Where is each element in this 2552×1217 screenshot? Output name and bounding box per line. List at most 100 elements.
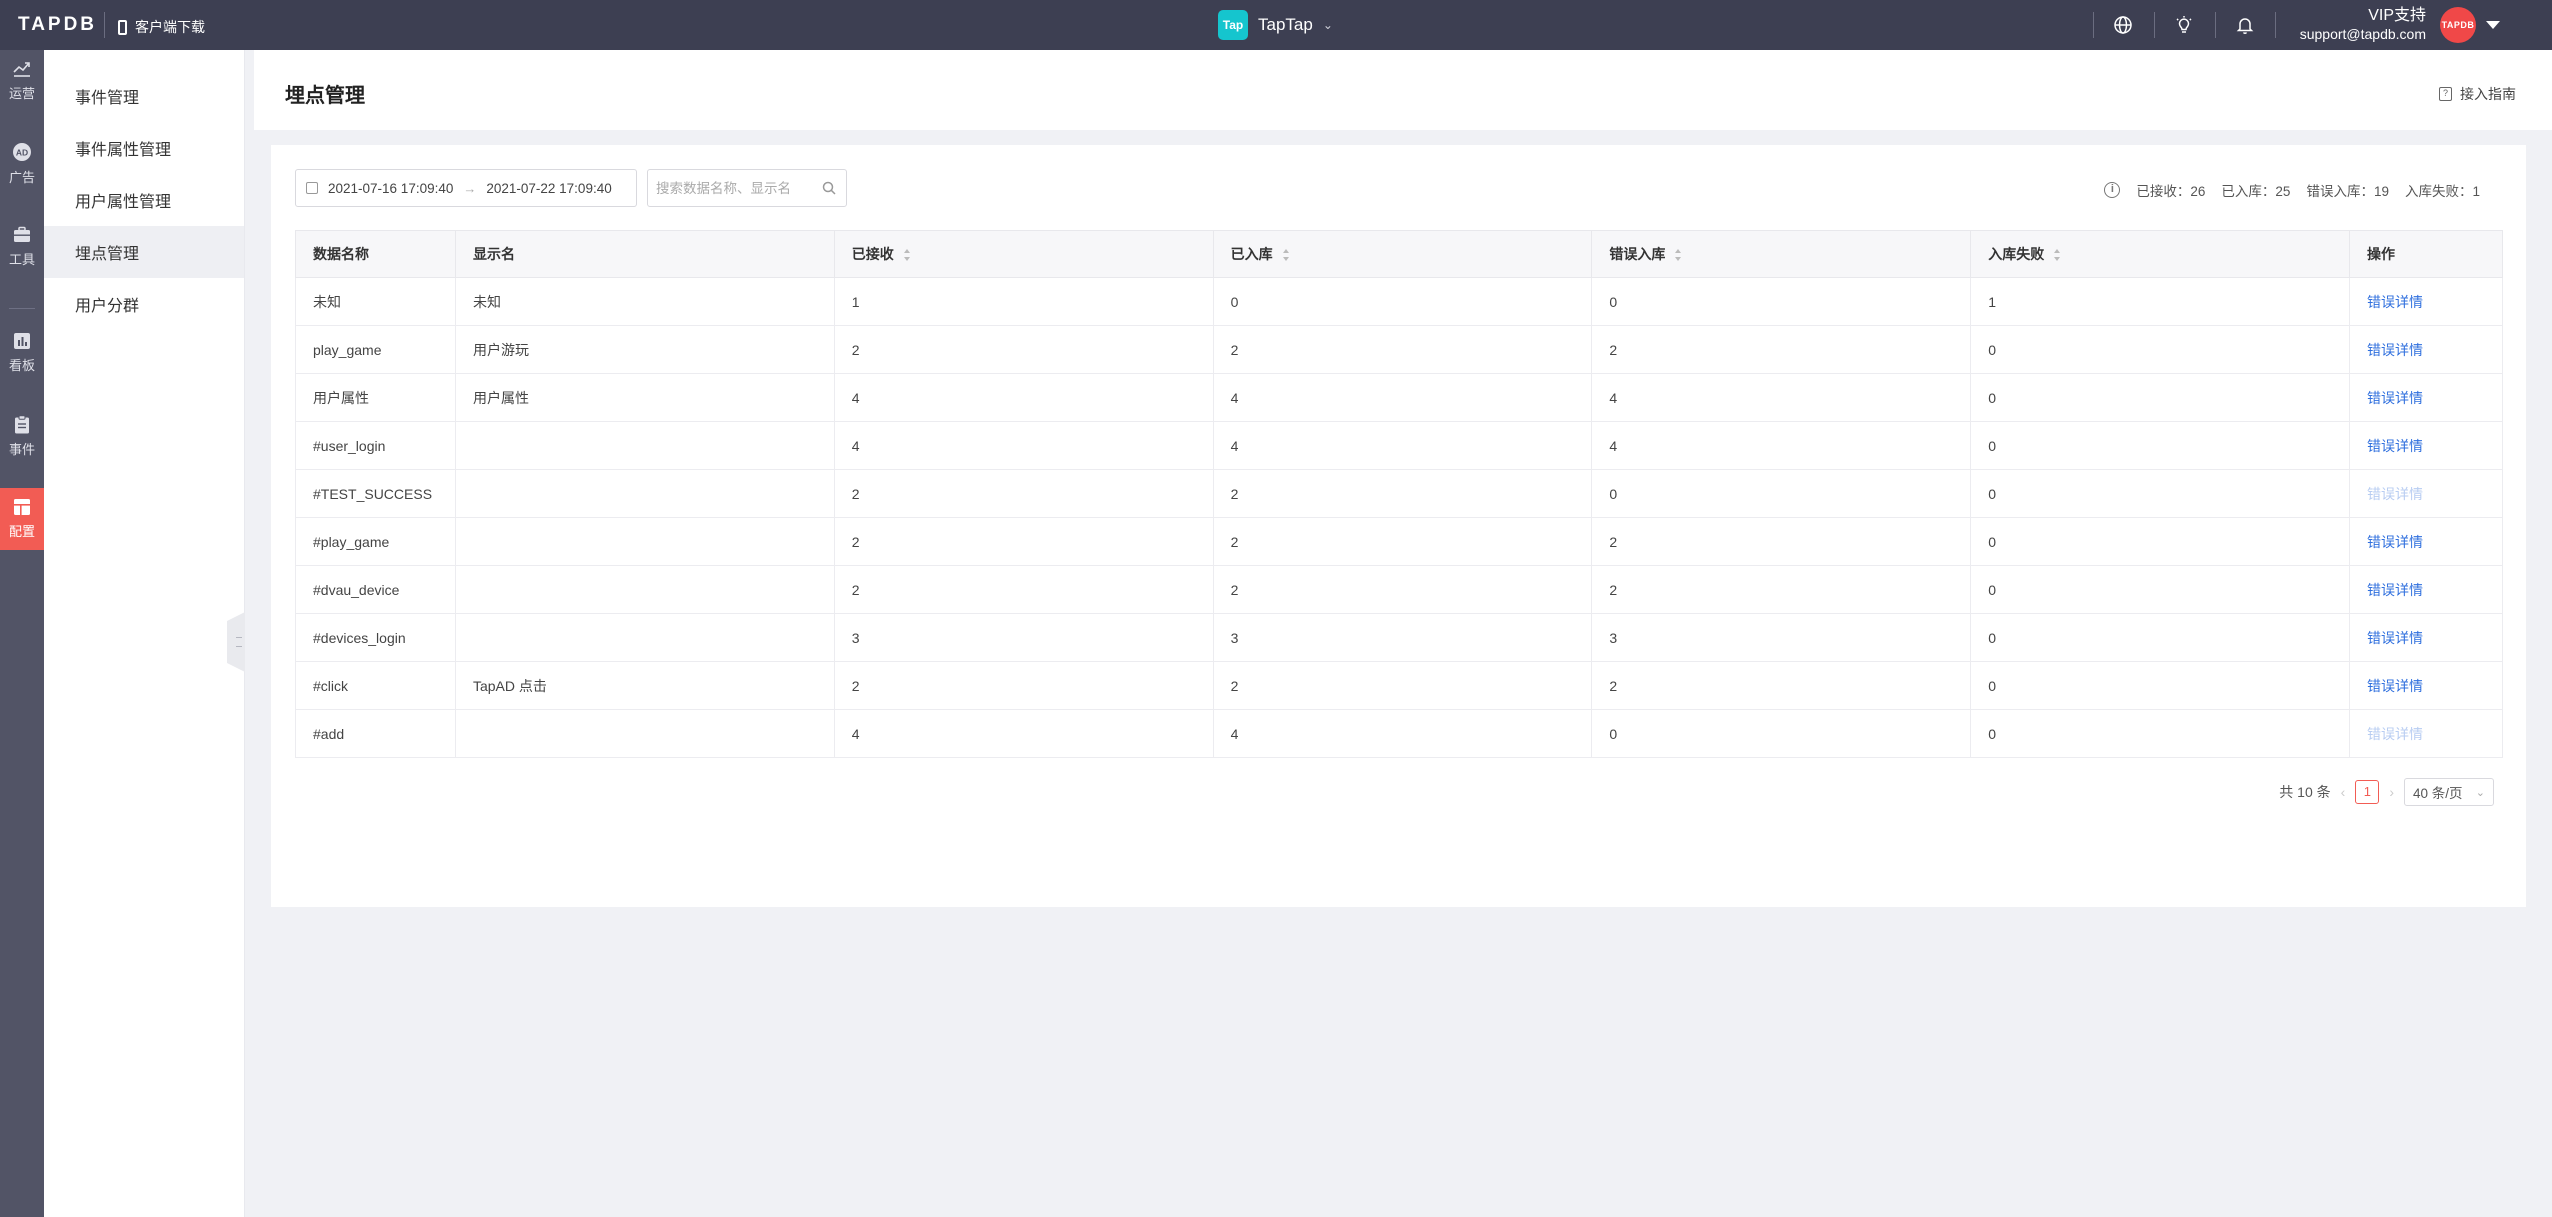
tracking-table: 数据名称 显示名 已接收 已入库 错误入库 入库失败 操作 未知 未知 1 0 0 1 错误… (295, 230, 2503, 758)
sort-icon[interactable] (2054, 249, 2061, 262)
col-header-received[interactable]: 已接收 (833, 230, 1214, 278)
error-detail-link[interactable]: 错误详情 (2367, 438, 2423, 454)
rail-item-tools[interactable]: 工具 (0, 216, 44, 278)
cell-stored: 2 (1212, 469, 1593, 518)
table-header-row: 数据名称 显示名 已接收 已入库 错误入库 入库失败 操作 (295, 230, 2503, 278)
bell-icon[interactable] (2233, 13, 2257, 37)
table-row: #click TapAD 点击 2 2 2 0 错误详情 (295, 661, 2503, 710)
integration-guide-link[interactable]: ? 接入指南 (2439, 84, 2516, 104)
cell-data-name: #TEST_SUCCESS (295, 469, 456, 518)
cell-action: 错误详情 (2349, 277, 2503, 326)
error-detail-link[interactable]: 错误详情 (2367, 294, 2423, 310)
error-detail-link: 错误详情 (2367, 485, 2424, 502)
pagination: 共 10 条 ‹ 1 › 40 条/页 ⌄ (2279, 778, 2494, 806)
arrow-right-icon: → (463, 180, 477, 196)
col-header-failed[interactable]: 入库失败 (1970, 230, 2351, 278)
subnav-item-event-management[interactable]: 事件管理 (44, 70, 244, 122)
error-detail-link[interactable]: 错误详情 (2367, 582, 2423, 598)
lightbulb-icon[interactable] (2172, 13, 2196, 37)
vip-support[interactable]: VIP支持 support@tapdb.com (2300, 7, 2426, 43)
rail-label: 广告 (8, 170, 35, 185)
prev-page-icon[interactable]: ‹ (2341, 784, 2346, 800)
cell-display-name: TapAD 点击 (454, 661, 835, 710)
sort-icon[interactable] (1282, 249, 1290, 262)
toolbox-icon (14, 226, 30, 242)
rail-item-operations[interactable]: 运营 (0, 50, 44, 112)
error-detail-link[interactable]: 错误详情 (2367, 678, 2423, 694)
chevron-down-icon: ⌄ (1322, 18, 1333, 32)
cell-stored: 4 (1212, 373, 1593, 422)
cell-failed: 1 (1970, 277, 2351, 326)
error-detail-link[interactable]: 错误详情 (2367, 390, 2423, 406)
cell-received: 4 (833, 709, 1214, 758)
ad-icon: AD (13, 143, 31, 161)
col-header-error-stored[interactable]: 错误入库 (1591, 230, 1972, 278)
cell-error-stored: 3 (1591, 613, 1972, 662)
rail-item-ads[interactable]: AD 广告 (0, 133, 44, 195)
client-download-link[interactable]: 客户端下载 (118, 17, 205, 37)
dashboard-icon (14, 333, 30, 349)
cell-action: 错误详情 (2349, 421, 2503, 470)
subnav-item-tracking-management[interactable]: 埋点管理 (44, 226, 244, 278)
error-detail-link[interactable]: 错误详情 (2367, 342, 2423, 358)
content-card: 2021-07-16 17:09:40 → 2021-07-22 17:09:4… (271, 145, 2526, 907)
cell-error-stored: 2 (1591, 325, 1972, 374)
cell-data-name: #add (295, 709, 456, 758)
col-header-stored[interactable]: 已入库 (1212, 230, 1593, 278)
error-detail-link[interactable]: 错误详情 (2367, 630, 2423, 646)
date-range-picker[interactable]: 2021-07-16 17:09:40 → 2021-07-22 17:09:4… (295, 169, 637, 207)
account-menu-caret-icon[interactable] (2486, 21, 2500, 29)
cell-received: 4 (833, 373, 1214, 422)
taptap-app-icon: Tap (1218, 10, 1248, 40)
sort-icon[interactable] (1675, 249, 1682, 262)
rail-item-config[interactable]: 配置 (0, 488, 44, 550)
rail-label: 配置 (8, 524, 35, 539)
grip-icon (236, 637, 242, 647)
cell-failed: 0 (1970, 421, 2351, 470)
table-row: 用户属性 用户属性 4 4 4 0 错误详情 (295, 373, 2503, 422)
rail-divider (9, 308, 35, 309)
cell-failed: 0 (1970, 661, 2351, 710)
cell-action: 错误详情 (2349, 469, 2503, 518)
subnav-item-user-property-management[interactable]: 用户属性管理 (44, 174, 244, 226)
cell-stored: 2 (1212, 565, 1593, 614)
cell-display-name (454, 469, 835, 518)
rail-item-dashboard[interactable]: 看板 (0, 322, 44, 384)
sidebar-collapse-handle[interactable] (227, 612, 245, 672)
next-page-icon[interactable]: › (2389, 784, 2394, 800)
cell-display-name (454, 709, 835, 758)
rail-item-events[interactable]: 事件 (0, 405, 44, 467)
error-detail-link[interactable]: 错误详情 (2367, 534, 2423, 550)
cell-received: 2 (833, 565, 1214, 614)
page-size-select[interactable]: 40 条/页 ⌄ (2404, 778, 2494, 806)
cell-error-stored: 0 (1591, 709, 1972, 758)
tapdb-logo[interactable]: TAPDB (18, 14, 97, 36)
secondary-nav: 事件管理 事件属性管理 用户属性管理 埋点管理 用户分群 (44, 50, 245, 1217)
stat-failed: 入库失败：1 (2404, 184, 2480, 199)
sort-icon[interactable] (903, 249, 911, 262)
cell-stored: 4 (1212, 421, 1593, 470)
rail-label: 运营 (8, 86, 35, 101)
table-row: #play_game 2 2 2 0 错误详情 (295, 517, 2503, 566)
subnav-item-user-segments[interactable]: 用户分群 (44, 278, 244, 330)
cell-failed: 0 (1970, 709, 2351, 758)
avatar[interactable]: TAPDB (2440, 7, 2476, 43)
cell-received: 2 (833, 517, 1214, 566)
info-icon[interactable]: i (2104, 182, 2121, 198)
end-time: 2021-07-22 17:09:40 (486, 180, 612, 196)
col-header-data-name: 数据名称 (295, 230, 456, 278)
table-row: #add 4 4 0 0 错误详情 (295, 709, 2503, 758)
app-switcher[interactable]: Tap TapTap ⌄ (1218, 10, 1333, 40)
search-input[interactable] (647, 169, 847, 207)
rail-label: 事件 (8, 441, 35, 457)
globe-icon[interactable] (2111, 13, 2135, 37)
subnav-item-event-property-management[interactable]: 事件属性管理 (44, 122, 244, 174)
search-icon[interactable] (822, 181, 836, 195)
cell-display-name: 用户游玩 (454, 325, 835, 374)
cell-display-name (454, 517, 835, 566)
page-title: 埋点管理 (285, 85, 365, 107)
page-number-current[interactable]: 1 (2355, 780, 2380, 804)
cell-action: 错误详情 (2349, 373, 2503, 422)
cell-stored: 2 (1212, 517, 1593, 566)
cell-error-stored: 0 (1591, 469, 1972, 518)
